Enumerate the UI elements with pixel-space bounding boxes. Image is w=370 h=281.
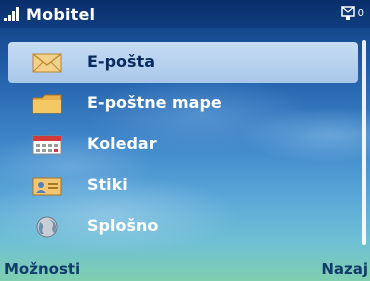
calendar-icon <box>32 135 62 155</box>
message-count: 0 <box>357 7 364 19</box>
home-screen: Mobitel 0 E-pošta E-poštne mape Koledar … <box>0 0 370 281</box>
message-indicator: 0 <box>340 5 364 21</box>
softkey-bar: Možnosti Nazaj <box>0 255 370 281</box>
message-waiting-icon <box>340 6 355 20</box>
back-softkey[interactable]: Nazaj <box>321 260 368 278</box>
menu-item-label: E-pošta <box>87 52 155 71</box>
options-softkey[interactable]: Možnosti <box>4 260 80 278</box>
folder-icon <box>32 94 62 114</box>
menu-item-splosno[interactable]: Splošno <box>8 206 358 247</box>
menu-item-label: Koledar <box>87 134 157 153</box>
contact-card-icon <box>32 177 62 196</box>
menu-item-e-postne-mape[interactable]: E-poštne mape <box>8 83 358 124</box>
envelope-icon <box>32 53 62 73</box>
menu-list: E-pošta E-poštne mape Koledar Stiki Splo… <box>8 42 358 247</box>
menu-item-label: E-poštne mape <box>87 93 222 112</box>
menu-item-label: Stiki <box>87 175 128 194</box>
menu-item-label: Splošno <box>87 216 159 235</box>
status-bar: Mobitel 0 <box>0 0 370 28</box>
menu-item-koledar[interactable]: Koledar <box>8 124 358 165</box>
scrollbar[interactable] <box>362 40 366 245</box>
network-title: Mobitel <box>26 5 96 24</box>
signal-strength-icon <box>4 7 19 21</box>
menu-item-e-posta[interactable]: E-pošta <box>8 42 358 83</box>
globe-icon <box>36 216 58 238</box>
menu-item-stiki[interactable]: Stiki <box>8 165 358 206</box>
